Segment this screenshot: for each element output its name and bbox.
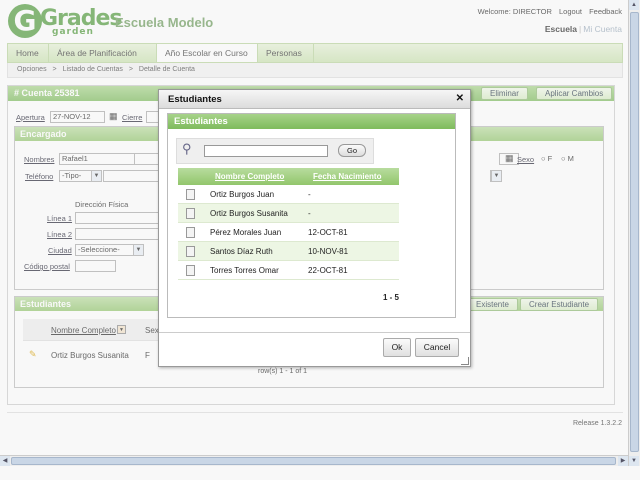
table-row[interactable]: Ortiz Burgos Juan - [178,185,399,204]
cancel-button[interactable]: Cancel [415,338,459,357]
search-input[interactable] [204,145,328,157]
row-fecha: 12-OCT-81 [308,228,348,237]
dialog-title[interactable]: Estudiantes [159,90,470,109]
scroll-left-icon[interactable]: ◀ [0,456,10,466]
students-dialog: Estudiantes ✕ Estudiantes ⚲ Go Nombre Co… [158,89,471,367]
inner-title: Estudiantes [168,114,455,129]
pagination: 1 - 5 [383,293,400,302]
document-icon[interactable] [186,189,195,200]
scroll-up-icon[interactable]: ▲ [629,0,639,10]
row-nombre: Ortiz Burgos Susanita [210,209,288,218]
search-icon: ⚲ [182,141,192,156]
table-row[interactable]: Torres Torres Omar 22-OCT-81 [178,261,399,280]
ok-button[interactable]: Ok [383,338,411,357]
scroll-right-icon[interactable]: ▶ [618,456,628,466]
vertical-scrollbar[interactable]: ▲ ▼ [628,0,640,466]
horizontal-scrollbar[interactable]: ◀ ▶ [0,455,628,466]
go-button[interactable]: Go [338,144,366,157]
document-icon[interactable] [186,246,195,257]
search-bar: ⚲ Go [176,138,374,164]
vertical-scroll-thumb[interactable] [630,12,639,452]
row-nombre: Pérez Morales Juan [210,228,282,237]
students-search-region: Estudiantes ⚲ Go Nombre Completo Fecha N… [167,113,456,318]
col-nombre-completo[interactable]: Nombre Completo [215,172,284,181]
table-row[interactable]: Pérez Morales Juan 12-OCT-81 [178,223,399,242]
row-fecha: 10-NOV-81 [308,247,349,256]
resize-handle[interactable] [461,357,469,365]
row-nombre: Ortiz Burgos Juan [210,190,275,199]
row-fecha: 22-OCT-81 [308,266,348,275]
row-fecha: - [308,209,311,218]
row-nombre: Santos Díaz Ruth [210,247,273,256]
document-icon[interactable] [186,265,195,276]
document-icon[interactable] [186,227,195,238]
scroll-down-icon[interactable]: ▼ [629,456,639,466]
row-nombre: Torres Torres Omar [210,266,279,275]
dialog-footer-divider [159,332,470,333]
document-icon[interactable] [186,208,195,219]
close-icon[interactable]: ✕ [456,93,464,104]
horizontal-scroll-thumb[interactable] [11,457,616,465]
students-table-header: Nombre Completo Fecha Nacimiento [178,168,399,185]
table-row[interactable]: Ortiz Burgos Susanita - [178,204,399,223]
col-fecha-nacimiento[interactable]: Fecha Nacimiento [313,172,381,181]
students-table: Nombre Completo Fecha Nacimiento Ortiz B… [178,168,399,280]
table-row[interactable]: Santos Díaz Ruth 10-NOV-81 [178,242,399,261]
row-fecha: - [308,190,311,199]
